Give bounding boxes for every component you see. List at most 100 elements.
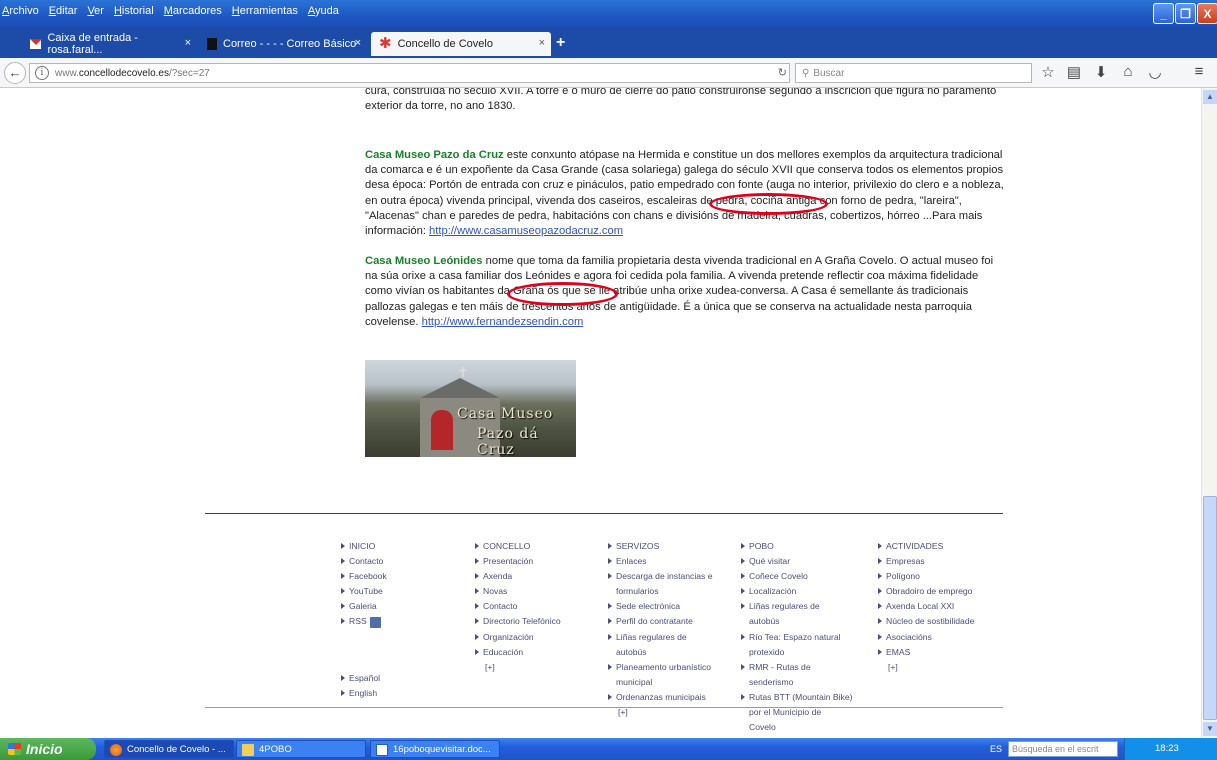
footer-link[interactable]: municipal: [608, 675, 713, 690]
footer-link[interactable]: SERVIZOS: [608, 539, 713, 554]
leonides-title: Casa Museo Leónides: [365, 255, 483, 267]
footer-link[interactable]: Axenda: [475, 569, 561, 584]
footer-link[interactable]: Novas: [475, 584, 561, 599]
footer-link[interactable]: Presentación: [475, 554, 561, 569]
footer-col-actividades: ACTIVIDADES Empresas Polígono Obradoiro …: [878, 539, 974, 675]
footer-link[interactable]: Rutas BTT (Mountain Bike): [741, 690, 852, 705]
start-button[interactable]: Inicio: [0, 738, 96, 760]
tab-correo[interactable]: Correo - - - - Correo Básico ×: [199, 32, 367, 56]
vertical-scrollbar[interactable]: ▲ ▼: [1201, 88, 1217, 738]
search-icon: ⚲: [802, 67, 810, 79]
pocket-icon[interactable]: ◡: [1146, 63, 1164, 81]
close-window-button[interactable]: X: [1197, 3, 1217, 24]
footer-link[interactable]: Perfil do contratante: [608, 614, 713, 629]
footer-link[interactable]: Educación: [475, 645, 561, 660]
maximize-button[interactable]: ❐: [1175, 3, 1196, 24]
footer-link[interactable]: Liñas regulares de: [741, 599, 852, 614]
footer-link[interactable]: senderismo: [741, 675, 852, 690]
footer-link[interactable]: Río Tea: Espazo natural: [741, 630, 852, 645]
menu-herramientas[interactable]: Herramientas: [232, 5, 298, 21]
scroll-down-icon[interactable]: ▼: [1203, 722, 1217, 736]
footer-link[interactable]: Facebook: [341, 569, 387, 584]
footer-link[interactable]: Obradoiro de emprego: [878, 584, 974, 599]
language-indicator[interactable]: ES: [990, 738, 1002, 760]
footer-link[interactable]: ACTIVIDADES: [878, 539, 974, 554]
task-folder[interactable]: 4POBO: [236, 740, 366, 758]
scroll-up-icon[interactable]: ▲: [1203, 90, 1217, 104]
footer-link[interactable]: Planeamento urbanístico: [608, 660, 713, 675]
bookmark-star-icon[interactable]: ☆: [1039, 63, 1057, 81]
task-firefox[interactable]: Concello de Covelo - ...: [104, 740, 234, 758]
task-word[interactable]: 16poboquevisitar.doc...: [370, 740, 500, 758]
menu-ver[interactable]: Ver: [87, 5, 104, 21]
rss-icon[interactable]: [369, 616, 381, 628]
footer-link[interactable]: Asociacións: [878, 630, 974, 645]
footer-link[interactable]: YouTube: [341, 584, 387, 599]
url-text: www.concellodecovelo.es/?sec=27: [55, 67, 210, 79]
lang-english[interactable]: English: [341, 686, 380, 701]
paragraph-pazo-da-cruz: Casa Museo Pazo da Cruz este conxunto at…: [365, 149, 1004, 238]
footer-link[interactable]: Descarga de instancias e: [608, 569, 713, 584]
footer-link[interactable]: autobús: [608, 645, 713, 660]
footer-link-rss[interactable]: RSS: [341, 614, 387, 629]
footer-link[interactable]: protexido: [741, 645, 852, 660]
clock[interactable]: 18:23: [1155, 743, 1179, 754]
menu-ayuda[interactable]: Ayuda: [308, 5, 339, 21]
footer-link[interactable]: Covelo: [741, 720, 852, 735]
tab-close-icon[interactable]: ×: [355, 37, 361, 49]
footer-link[interactable]: Directorio Telefónico: [475, 614, 561, 629]
pazo-title: Casa Museo Pazo da Cruz: [365, 149, 504, 161]
footer-link[interactable]: EMAS: [878, 645, 974, 660]
footer-link[interactable]: Ordenanzas municipais: [608, 690, 713, 705]
footer-link[interactable]: INICIO: [341, 539, 387, 554]
footer-link[interactable]: Axenda Local XXI: [878, 599, 974, 614]
more-link[interactable]: [+]: [475, 660, 561, 675]
footer-link[interactable]: Qué visitar: [741, 554, 852, 569]
footer-link[interactable]: Sede electrónica: [608, 599, 713, 614]
footer-link[interactable]: Empresas: [878, 554, 974, 569]
footer-link[interactable]: Núcleo de sostibilidade: [878, 614, 974, 629]
footer-link[interactable]: formularios: [608, 584, 713, 599]
menu-archivo[interactable]: Archivo: [2, 5, 39, 21]
footer-link[interactable]: Organización: [475, 630, 561, 645]
info-icon[interactable]: i: [35, 66, 49, 80]
home-icon[interactable]: ⌂: [1119, 63, 1137, 80]
tab-label: Concello de Covelo: [397, 38, 493, 50]
footer-link[interactable]: Contacto: [475, 599, 561, 614]
leonides-link[interactable]: http://www.fernandezsendin.com: [422, 316, 584, 328]
download-icon[interactable]: ⬇: [1092, 63, 1110, 81]
footer-link[interactable]: Localización: [741, 584, 852, 599]
pazo-link[interactable]: http://www.casamuseopazodacruz.com: [429, 225, 623, 237]
system-tray: 18:23: [1124, 738, 1217, 760]
menu-icon[interactable]: ≡: [1190, 63, 1208, 80]
menu-editar[interactable]: Editar: [49, 5, 78, 21]
tab-close-icon[interactable]: ×: [185, 37, 191, 49]
more-link[interactable]: [+]: [878, 660, 974, 675]
menu-marcadores[interactable]: Marcadores: [164, 5, 222, 21]
tab-close-icon[interactable]: ×: [539, 37, 545, 49]
footer-link[interactable]: autobús: [741, 614, 852, 629]
menu-historial[interactable]: Historial: [114, 5, 154, 21]
footer-link[interactable]: Polígono: [878, 569, 974, 584]
footer-link[interactable]: RMR - Rutas de: [741, 660, 852, 675]
footer-link[interactable]: Galeria: [341, 599, 387, 614]
casa-museo-image[interactable]: ✝ Casa Museo Pazo dá Cruz: [365, 360, 576, 457]
lang-espanol[interactable]: Español: [341, 671, 380, 686]
tab-covelo[interactable]: ✱ Concello de Covelo ×: [371, 32, 551, 56]
taskbar-search-input[interactable]: Búsqueda en el escrit: [1008, 741, 1118, 757]
footer-link[interactable]: CONCELLO: [475, 539, 561, 554]
reload-icon[interactable]: ↻: [778, 66, 787, 79]
minimize-button[interactable]: _: [1153, 3, 1174, 24]
footer-link[interactable]: Contacto: [341, 554, 387, 569]
url-bar[interactable]: i www.concellodecovelo.es/?sec=27 ↻: [29, 63, 790, 83]
footer-link[interactable]: Enlaces: [608, 554, 713, 569]
search-input[interactable]: ⚲ Buscar: [795, 63, 1032, 83]
new-tab-button[interactable]: +: [556, 34, 565, 52]
scroll-thumb[interactable]: [1203, 496, 1217, 720]
footer-link[interactable]: Liñas regulares de: [608, 630, 713, 645]
back-button[interactable]: ←: [4, 62, 26, 84]
reading-list-icon[interactable]: ▤: [1065, 63, 1083, 81]
footer-link[interactable]: POBO: [741, 539, 852, 554]
footer-link[interactable]: Coñece Covelo: [741, 569, 852, 584]
tab-gmail[interactable]: Caixa de entrada - rosa.faral... ×: [22, 32, 197, 56]
